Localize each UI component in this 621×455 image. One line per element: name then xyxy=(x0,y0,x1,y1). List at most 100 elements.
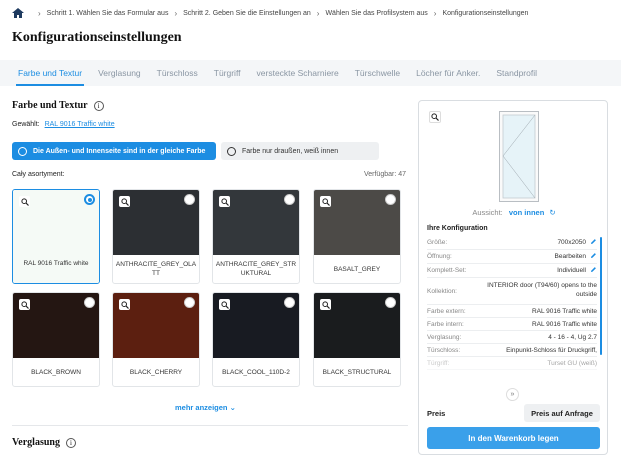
swatch-name: BLACK_CHERRY xyxy=(129,368,183,376)
config-key: Farbe extern: xyxy=(427,307,466,315)
select-radio[interactable] xyxy=(284,297,295,308)
tab-standprofil[interactable]: Standprofil xyxy=(488,60,545,86)
zoom-icon[interactable] xyxy=(119,196,130,207)
config-value: Bearbeiten xyxy=(554,253,586,260)
zoom-icon[interactable] xyxy=(219,196,230,207)
breadcrumb-step-2[interactable]: Schritt 2. Geben Sie die Einstellungen a… xyxy=(183,10,311,17)
glazing-section-title: Verglasung i xyxy=(12,437,76,448)
swatch-card[interactable]: ANTHRACITE_GREY_STRUKTURAL xyxy=(212,189,300,284)
option-same-label: Die Außen- und Innenseite sind in der gl… xyxy=(33,147,206,155)
config-value: RAL 9016 Traffic white xyxy=(531,320,597,328)
swatch-name: BLACK_BROWN xyxy=(31,368,81,376)
config-key: Verglasung: xyxy=(427,333,462,341)
select-radio[interactable] xyxy=(84,297,95,308)
swatch-card[interactable]: BLACK_CHERRY xyxy=(112,292,200,387)
radio-icon xyxy=(18,146,27,156)
config-value: Individuell xyxy=(557,267,586,274)
pencil-icon[interactable] xyxy=(590,238,597,247)
config-value: Turset GU (weiß) xyxy=(547,359,597,367)
price-request-button[interactable]: Preis auf Anfrage xyxy=(524,404,600,422)
config-key: Öffnung: xyxy=(427,253,452,260)
tab-tuerschloss[interactable]: Türschloss xyxy=(149,60,206,86)
select-radio[interactable] xyxy=(184,194,195,205)
breadcrumb-profile[interactable]: Wählen Sie das Profilsystem aus xyxy=(325,10,427,17)
swatch-name: BASALT_GREY xyxy=(333,265,381,273)
chevron-right-icon: › xyxy=(174,8,178,18)
option-outside-color-button[interactable]: Farbe nur draußen, weiß innen xyxy=(221,142,379,160)
config-row-collection: Kollektion: INTERIOR door (T94/60) opens… xyxy=(427,278,597,305)
breadcrumb-step-1[interactable]: Schritt 1. Wählen Sie das Formular aus xyxy=(47,10,169,17)
config-row-size: Größe: 700x2050 xyxy=(427,236,597,250)
zoom-icon[interactable] xyxy=(320,299,331,310)
chevron-down-icon[interactable]: » xyxy=(506,388,519,401)
select-radio[interactable] xyxy=(84,194,95,205)
tab-scharniere[interactable]: versteckte Scharniere xyxy=(249,60,347,86)
swatch-card[interactable]: RAL 9016 Traffic white xyxy=(12,189,100,284)
config-value: 4 - 16 - 4, Ug 2.7 xyxy=(548,333,597,341)
select-radio[interactable] xyxy=(385,194,396,205)
home-icon[interactable] xyxy=(12,8,24,18)
config-key: Komplett-Set: xyxy=(427,267,467,274)
swatch-card[interactable]: BLACK_STRUCTURAL xyxy=(313,292,401,387)
option-same-color-button[interactable]: Die Außen- und Innenseite sind in der gl… xyxy=(12,142,216,160)
selected-label: Gewählt: xyxy=(12,121,40,128)
assortment-label: Cały asortyment: xyxy=(12,171,65,178)
view-toggle-row: Aussicht: von innen ↻ xyxy=(419,208,607,217)
info-icon[interactable]: i xyxy=(65,437,76,448)
swatch-name: ANTHRACITE_GREY_STRUKTURAL xyxy=(215,261,297,277)
swatch-name: BLACK_STRUCTURAL xyxy=(322,368,392,376)
breadcrumb-current: Konfigurationseinstellungen xyxy=(442,9,529,17)
chevron-down-icon: ⌄ xyxy=(229,403,236,412)
available-count: Verfügbar: 47 xyxy=(363,171,406,178)
tab-tuergriff[interactable]: Türgriff xyxy=(206,60,249,86)
show-more-link[interactable]: mehr anzeigen ⌄ xyxy=(175,403,236,412)
config-value: 700x2050 xyxy=(557,239,586,246)
select-radio[interactable] xyxy=(385,297,396,308)
select-radio[interactable] xyxy=(184,297,195,308)
zoom-icon[interactable] xyxy=(429,111,441,123)
swatch-card[interactable]: BASALT_GREY xyxy=(313,189,401,284)
view-label: Aussicht: xyxy=(472,208,503,217)
selected-color-link[interactable]: RAL 9016 Traffic white xyxy=(45,121,115,128)
zoom-icon[interactable] xyxy=(219,299,230,310)
pencil-icon[interactable] xyxy=(590,252,597,261)
config-value: INTERIOR door (T94/60) opens to the outs… xyxy=(487,282,597,298)
chevron-right-icon: › xyxy=(433,8,437,18)
rotate-icon[interactable]: ↻ xyxy=(549,208,555,217)
select-radio[interactable] xyxy=(284,194,295,205)
config-title: Ihre Konfiguration xyxy=(427,225,488,232)
divider xyxy=(12,425,408,426)
config-row-opening: Öffnung: Bearbeiten xyxy=(427,250,597,264)
view-toggle-link[interactable]: von innen xyxy=(509,208,544,217)
pencil-icon[interactable] xyxy=(590,266,597,275)
tab-farbe-textur[interactable]: Farbe und Textur xyxy=(10,60,90,86)
selected-color-line: Gewählt: RAL 9016 Traffic white xyxy=(12,121,115,128)
tab-anker[interactable]: Löcher für Anker. xyxy=(408,60,488,86)
zoom-icon[interactable] xyxy=(119,299,130,310)
swatch-name: RAL 9016 Traffic white xyxy=(23,259,89,267)
zoom-icon[interactable] xyxy=(320,196,331,207)
price-label: Preis xyxy=(427,409,446,418)
add-to-cart-button[interactable]: In den Warenkorb legen xyxy=(427,427,600,449)
glazing-section-heading: Verglasung xyxy=(12,437,60,448)
zoom-icon[interactable] xyxy=(19,196,30,207)
config-scrollbar[interactable] xyxy=(600,237,602,355)
door-preview xyxy=(499,111,539,202)
option-outside-label: Farbe nur draußen, weiß innen xyxy=(242,147,339,155)
config-tabs: Farbe und Textur Verglasung Türschloss T… xyxy=(0,60,621,86)
info-icon[interactable]: i xyxy=(93,100,104,111)
swatch-card[interactable]: ANTHRACITE_GREY_OLATT xyxy=(112,189,200,284)
config-row-color-ext: Farbe extern: RAL 9016 Traffic white xyxy=(427,305,597,318)
swatch-card[interactable]: BLACK_BROWN xyxy=(12,292,100,387)
tab-verglasung[interactable]: Verglasung xyxy=(90,60,149,86)
chevron-right-icon: › xyxy=(38,8,41,18)
swatch-card[interactable]: BLACK_COOL_110D-2 xyxy=(212,292,300,387)
config-key: Türgriff: xyxy=(427,359,450,367)
config-row-lock: Türschloss: Einpunkt-Schloss für Druckgr… xyxy=(427,344,597,357)
config-row-glazing: Verglasung: 4 - 16 - 4, Ug 2.7 xyxy=(427,331,597,344)
tab-tuerschwelle[interactable]: Türschwelle xyxy=(347,60,408,86)
configuration-panel: Aussicht: von innen ↻ Ihre Konfiguration… xyxy=(418,100,608,455)
zoom-icon[interactable] xyxy=(19,299,30,310)
config-key: Größe: xyxy=(427,239,448,246)
config-value: Einpunkt-Schloss für Druckgriff, xyxy=(506,346,597,354)
